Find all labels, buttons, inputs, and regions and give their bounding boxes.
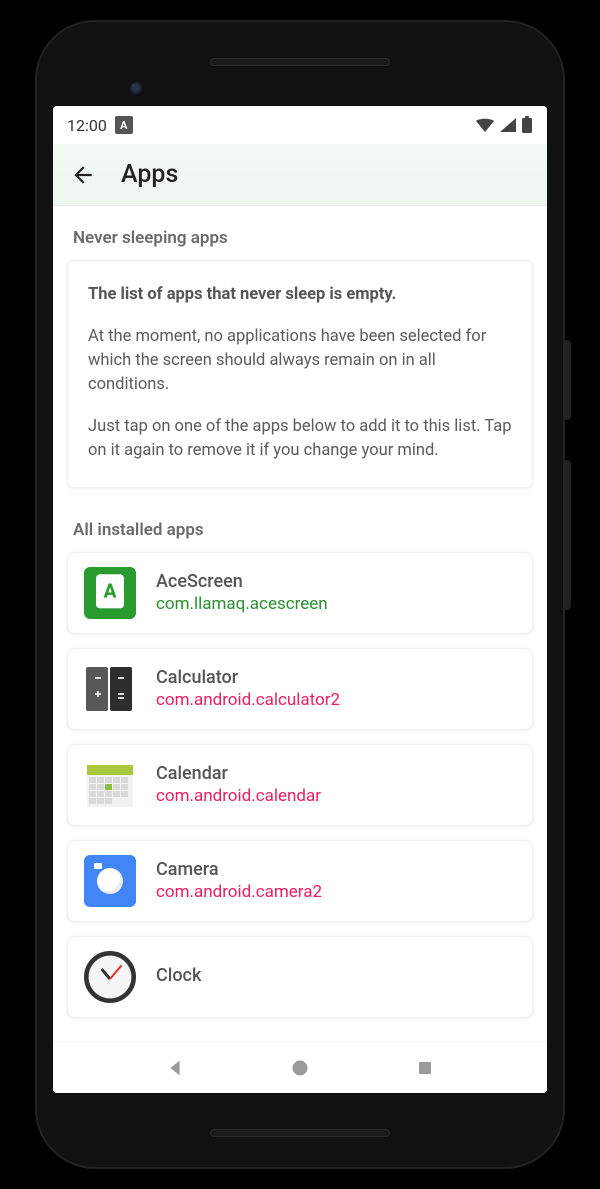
app-item-camera[interactable]: Camera com.android.camera2 (67, 840, 533, 922)
calendar-app-icon (84, 759, 136, 811)
app-name: Calendar (156, 763, 321, 784)
clock-app-icon (84, 951, 136, 1003)
empty-state-line2: Just tap on one of the apps below to add… (88, 415, 512, 463)
screen: 12:00 A Apps Nev (53, 106, 547, 1093)
circle-home-icon (290, 1058, 310, 1078)
camera-app-icon (84, 855, 136, 907)
app-name: AceScreen (156, 571, 328, 592)
system-nav-bar (53, 1041, 547, 1093)
empty-state-line1: At the moment, no applications have been… (88, 325, 512, 397)
speaker-bottom (210, 1129, 390, 1137)
app-item-clock[interactable]: Clock (67, 936, 533, 1018)
section-never-sleeping: Never sleeping apps (53, 206, 547, 260)
power-button[interactable] (563, 340, 571, 420)
volume-button[interactable] (563, 460, 571, 610)
app-name: Calculator (156, 667, 340, 688)
status-time: 12:00 (67, 116, 107, 135)
wifi-icon (475, 117, 495, 133)
arrow-back-icon (70, 162, 96, 188)
app-name: Clock (156, 965, 201, 986)
calculator-app-icon (84, 663, 136, 715)
app-item-calculator[interactable]: Calculator com.android.calculator2 (67, 648, 533, 730)
empty-state-card: The list of apps that never sleep is emp… (67, 260, 533, 488)
nav-recents-button[interactable] (412, 1055, 438, 1081)
speaker-top (210, 58, 390, 66)
app-package: com.llamaq.acescreen (156, 594, 328, 614)
cell-signal-icon (499, 117, 517, 133)
front-camera (130, 82, 144, 96)
back-button[interactable] (69, 161, 97, 189)
status-bar: 12:00 A (53, 106, 547, 144)
nav-home-button[interactable] (287, 1055, 313, 1081)
battery-icon (521, 116, 533, 134)
nav-back-button[interactable] (162, 1055, 188, 1081)
square-recents-icon (416, 1059, 434, 1077)
acescreen-app-icon (84, 567, 136, 619)
app-package: com.android.camera2 (156, 882, 322, 902)
app-header: Apps (53, 144, 547, 206)
content-area: Never sleeping apps The list of apps tha… (53, 206, 547, 1041)
app-item-acescreen[interactable]: AceScreen com.llamaq.acescreen (67, 552, 533, 634)
phone-frame: 12:00 A Apps Nev (35, 20, 565, 1169)
app-package: com.android.calculator2 (156, 690, 340, 710)
app-item-calendar[interactable]: Calendar com.android.calendar (67, 744, 533, 826)
empty-state-title: The list of apps that never sleep is emp… (88, 283, 512, 307)
page-title: Apps (121, 160, 178, 189)
triangle-back-icon (164, 1057, 186, 1079)
acescreen-notification-icon: A (115, 116, 133, 134)
app-package: com.android.calendar (156, 786, 321, 806)
section-all-installed: All installed apps (53, 498, 547, 552)
app-name: Camera (156, 859, 322, 880)
